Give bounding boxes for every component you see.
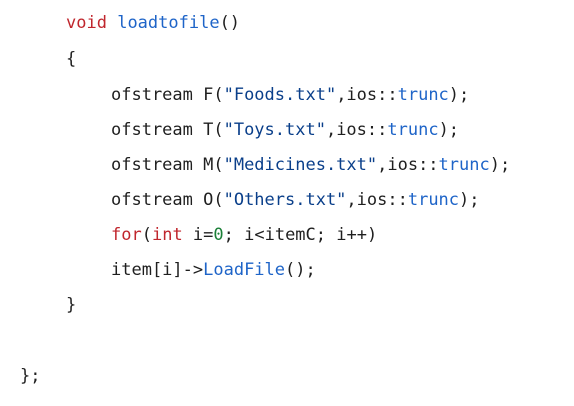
code-token-default: ,ios::	[346, 190, 408, 210]
code-token-string: "Medicines.txt"	[223, 155, 378, 175]
code-token-default: i=	[182, 225, 214, 245]
code-token-default: );	[438, 120, 460, 140]
code-line-function-signature: void loadtofile()	[0, 11, 240, 35]
code-token-default: };	[20, 366, 41, 386]
code-token-string: "Foods.txt"	[223, 85, 337, 105]
code-token-function: trunc	[387, 120, 439, 140]
code-token-function: trunc	[438, 155, 490, 175]
code-line-close-brace: }	[0, 293, 76, 317]
code-token-default: ();	[285, 260, 316, 280]
code-token-default: ,ios::	[325, 120, 388, 140]
code-line-class-end: };	[0, 364, 40, 388]
code-token-default: ,ios::	[377, 155, 439, 175]
code-token-number: 0	[213, 225, 224, 245]
code-token-default: ,ios::	[336, 85, 398, 105]
code-token-default: item[i]->	[111, 260, 204, 280]
code-token-string: "Others.txt"	[223, 190, 347, 210]
code-token-default: );	[489, 155, 511, 175]
code-line-ofstream-foods: ofstream F("Foods.txt",ios::trunc);	[0, 83, 469, 107]
code-token-keyword: void	[66, 13, 107, 33]
code-token-function: trunc	[407, 190, 460, 210]
code-token-default: (	[141, 225, 152, 245]
code-token-default: ofstream O(	[111, 190, 224, 210]
code-line-for-loop: for(int i=0; i<itemC; i++)	[0, 223, 377, 247]
code-token-keyword: for	[111, 225, 142, 245]
code-token-function: loadtofile	[117, 13, 220, 33]
code-token-default: ofstream F(	[111, 85, 224, 105]
code-line-ofstream-toys: ofstream T("Toys.txt",ios::trunc);	[0, 118, 459, 142]
code-token-default: );	[459, 190, 480, 210]
code-token-default: {	[66, 49, 77, 69]
code-token-default: ofstream M(	[111, 155, 224, 175]
code-token-keyword: int	[151, 225, 183, 245]
code-token-default: );	[448, 85, 470, 105]
code-token-default: ()	[219, 13, 241, 33]
code-line-loadfile-call: item[i]->LoadFile();	[0, 258, 316, 282]
code-view: void loadtofile() { ofstream F("Foods.tx…	[0, 0, 574, 406]
code-token-function: trunc	[397, 85, 449, 105]
code-line-open-brace: {	[0, 47, 76, 71]
code-line-ofstream-medicines: ofstream M("Medicines.txt",ios::trunc);	[0, 153, 510, 177]
code-token-default: ; i<itemC; i++)	[223, 225, 378, 245]
code-token-string: "Toys.txt"	[223, 120, 326, 140]
code-token-function: LoadFile	[203, 260, 286, 280]
code-line-ofstream-others: ofstream O("Others.txt",ios::trunc);	[0, 188, 480, 212]
code-token-default: ofstream T(	[111, 120, 224, 140]
code-token-default	[107, 13, 117, 33]
code-token-default: }	[66, 295, 77, 315]
